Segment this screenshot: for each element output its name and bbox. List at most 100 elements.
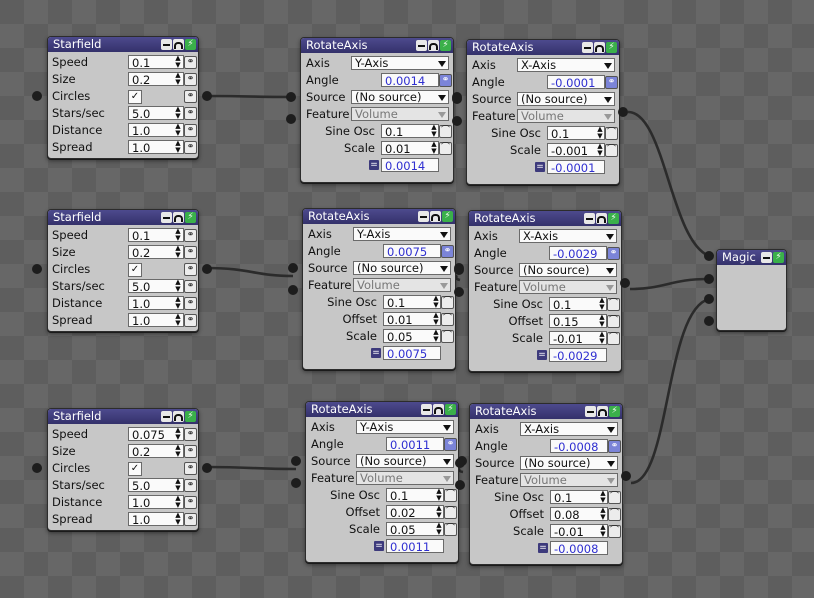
link-icon[interactable]: ⚭ <box>184 280 197 293</box>
link-icon[interactable]: ⚭ <box>184 462 197 475</box>
link-icon[interactable]: ⚭ <box>184 246 197 259</box>
node-titlebar[interactable]: RotateAxis ⚡ <box>470 404 622 419</box>
spinner-icon[interactable]: ▲ ▼ <box>174 140 182 154</box>
axis-select[interactable]: X-Axis <box>517 58 615 72</box>
link-icon[interactable]: ⚭ <box>184 428 197 441</box>
display-toggle-icon[interactable] <box>173 212 184 223</box>
spinner-icon[interactable]: ▲ ▼ <box>599 507 607 521</box>
rotate-axis-node[interactable]: RotateAxis ⚡ Axis Y-Axis Angle 0.0075 ⚭ Sourc… <box>302 208 456 370</box>
minimize-icon[interactable] <box>584 213 595 224</box>
link-icon[interactable]: ⚭ <box>605 76 618 89</box>
display-toggle-icon[interactable] <box>430 211 441 222</box>
power-icon[interactable]: ⚡ <box>606 42 617 53</box>
output-connector[interactable] <box>202 463 212 473</box>
node-titlebar[interactable]: RotateAxis ⚡ <box>306 402 458 417</box>
node-titlebar[interactable]: Starfield ⚡ <box>48 409 198 424</box>
oscillator-icon[interactable]: ⌒ <box>439 142 452 155</box>
link-icon[interactable]: ⚭ <box>184 56 197 69</box>
oscillator-icon[interactable]: ⌒ <box>608 491 621 504</box>
spinner-icon[interactable]: ▲ ▼ <box>174 279 182 293</box>
spinner-icon[interactable]: ▲ ▼ <box>432 329 440 343</box>
minimize-icon[interactable] <box>418 211 429 222</box>
display-toggle-icon[interactable] <box>173 39 184 50</box>
spinner-icon[interactable]: ▲ ▼ <box>174 495 182 509</box>
node-titlebar[interactable]: Starfield ⚡ <box>48 210 198 225</box>
input-connector[interactable] <box>452 116 462 126</box>
spinner-icon[interactable]: ▲ ▼ <box>599 524 607 538</box>
input-connector[interactable] <box>704 274 714 284</box>
link-icon[interactable]: ⚭ <box>184 90 197 103</box>
starfield-node[interactable]: Starfield ⚡ Speed 0.075 ▲ ▼ ⚭ Size 0.2 ▲ ▼ ⚭ Circl… <box>47 408 199 531</box>
link-icon[interactable]: ⚭ <box>184 263 197 276</box>
rotate-axis-node[interactable]: RotateAxis ⚡ Axis X-Axis Angle -0.0001 ⚭ Sour… <box>466 39 620 185</box>
rotate-axis-node[interactable]: RotateAxis ⚡ Axis Y-Axis Angle 0.0011 ⚭ Sourc… <box>305 401 459 563</box>
spinner-icon[interactable]: ▲ ▼ <box>174 55 182 69</box>
minimize-icon[interactable] <box>582 42 593 53</box>
power-icon[interactable]: ⚡ <box>609 406 620 417</box>
angle-input[interactable]: 0.0011 <box>386 437 444 451</box>
spinner-icon[interactable]: ▲ ▼ <box>174 427 182 441</box>
input-connector[interactable] <box>454 287 464 297</box>
spinner-icon[interactable]: ▲ ▼ <box>174 123 182 137</box>
spinner-icon[interactable]: ▲ ▼ <box>599 490 607 504</box>
power-icon[interactable]: ⚡ <box>608 213 619 224</box>
link-icon[interactable]: ⚭ <box>184 229 197 242</box>
oscillator-icon[interactable]: ⌒ <box>607 332 620 345</box>
rotate-axis-node[interactable]: RotateAxis ⚡ Axis X-Axis Angle -0.0008 ⚭ Sour… <box>469 403 623 565</box>
oscillator-icon[interactable]: ⌒ <box>441 296 454 309</box>
source-select[interactable]: (No source) <box>517 92 615 106</box>
spinner-icon[interactable]: ▲ ▼ <box>432 295 440 309</box>
display-toggle-icon[interactable] <box>428 40 439 51</box>
spinner-icon[interactable]: ▲ ▼ <box>598 314 606 328</box>
power-icon[interactable]: ⚡ <box>185 39 196 50</box>
input-connector[interactable] <box>32 264 42 274</box>
feature-select[interactable]: Volume <box>356 471 454 485</box>
feature-select[interactable]: Volume <box>519 280 617 294</box>
spinner-icon[interactable]: ▲ ▼ <box>435 505 443 519</box>
display-toggle-icon[interactable] <box>594 42 605 53</box>
oscillator-icon[interactable]: ⌒ <box>605 144 618 157</box>
rotate-axis-node[interactable]: RotateAxis ⚡ Axis Y-Axis Angle 0.0014 ⚭ Sourc… <box>300 37 454 183</box>
spinner-icon[interactable]: ▲ ▼ <box>596 126 604 140</box>
display-toggle-icon[interactable] <box>597 406 608 417</box>
spinner-icon[interactable]: ▲ ▼ <box>174 106 182 120</box>
source-select[interactable]: (No source) <box>520 456 618 470</box>
spinner-icon[interactable]: ▲ ▼ <box>174 444 182 458</box>
link-icon[interactable]: ⚭ <box>184 73 197 86</box>
spinner-icon[interactable]: ▲ ▼ <box>596 143 604 157</box>
starfield-node[interactable]: Starfield ⚡ Speed 0.1 ▲ ▼ ⚭ Size 0.2 ▲ ▼ ⚭ Circles… <box>47 209 199 332</box>
source-select[interactable]: (No source) <box>351 90 449 104</box>
link-icon[interactable]: ⚭ <box>184 496 197 509</box>
link-icon[interactable]: ⚭ <box>439 74 452 87</box>
magic-node[interactable]: Magic ⚡ <box>716 249 787 331</box>
input-connector[interactable] <box>286 114 296 124</box>
feature-select[interactable]: Volume <box>520 473 618 487</box>
angle-input[interactable]: 0.0075 <box>383 244 441 258</box>
spinner-icon[interactable]: ▲ ▼ <box>598 331 606 345</box>
source-select[interactable]: (No source) <box>353 261 451 275</box>
power-icon[interactable]: ⚡ <box>773 252 784 263</box>
node-titlebar[interactable]: RotateAxis ⚡ <box>303 209 455 224</box>
source-select[interactable]: (No source) <box>356 454 454 468</box>
output-connector[interactable] <box>202 91 212 101</box>
spinner-icon[interactable]: ▲ ▼ <box>174 296 182 310</box>
link-icon[interactable]: ⚭ <box>608 440 621 453</box>
oscillator-icon[interactable]: ⌒ <box>608 508 621 521</box>
oscillator-icon[interactable]: ⌒ <box>444 489 457 502</box>
oscillator-icon[interactable]: ⌒ <box>608 525 621 538</box>
angle-input[interactable]: -0.0029 <box>549 246 607 260</box>
input-connector[interactable] <box>704 294 714 304</box>
starfield-node[interactable]: Starfield ⚡ Speed 0.1 ▲ ▼ ⚭ Size 0.2 ▲ ▼ ⚭ Circles… <box>47 36 199 159</box>
spinner-icon[interactable]: ▲ ▼ <box>174 512 182 526</box>
spinner-icon[interactable]: ▲ ▼ <box>435 522 443 536</box>
input-connector[interactable] <box>291 456 301 466</box>
link-icon[interactable]: ⚭ <box>607 247 620 260</box>
output-connector[interactable] <box>620 278 630 288</box>
oscillator-icon[interactable]: ⌒ <box>605 127 618 140</box>
input-connector[interactable] <box>452 94 462 104</box>
input-connector[interactable] <box>288 263 298 273</box>
minimize-icon[interactable] <box>161 411 172 422</box>
axis-select[interactable]: X-Axis <box>519 229 617 243</box>
link-icon[interactable]: ⚭ <box>184 141 197 154</box>
spinner-icon[interactable]: ▲ ▼ <box>435 488 443 502</box>
